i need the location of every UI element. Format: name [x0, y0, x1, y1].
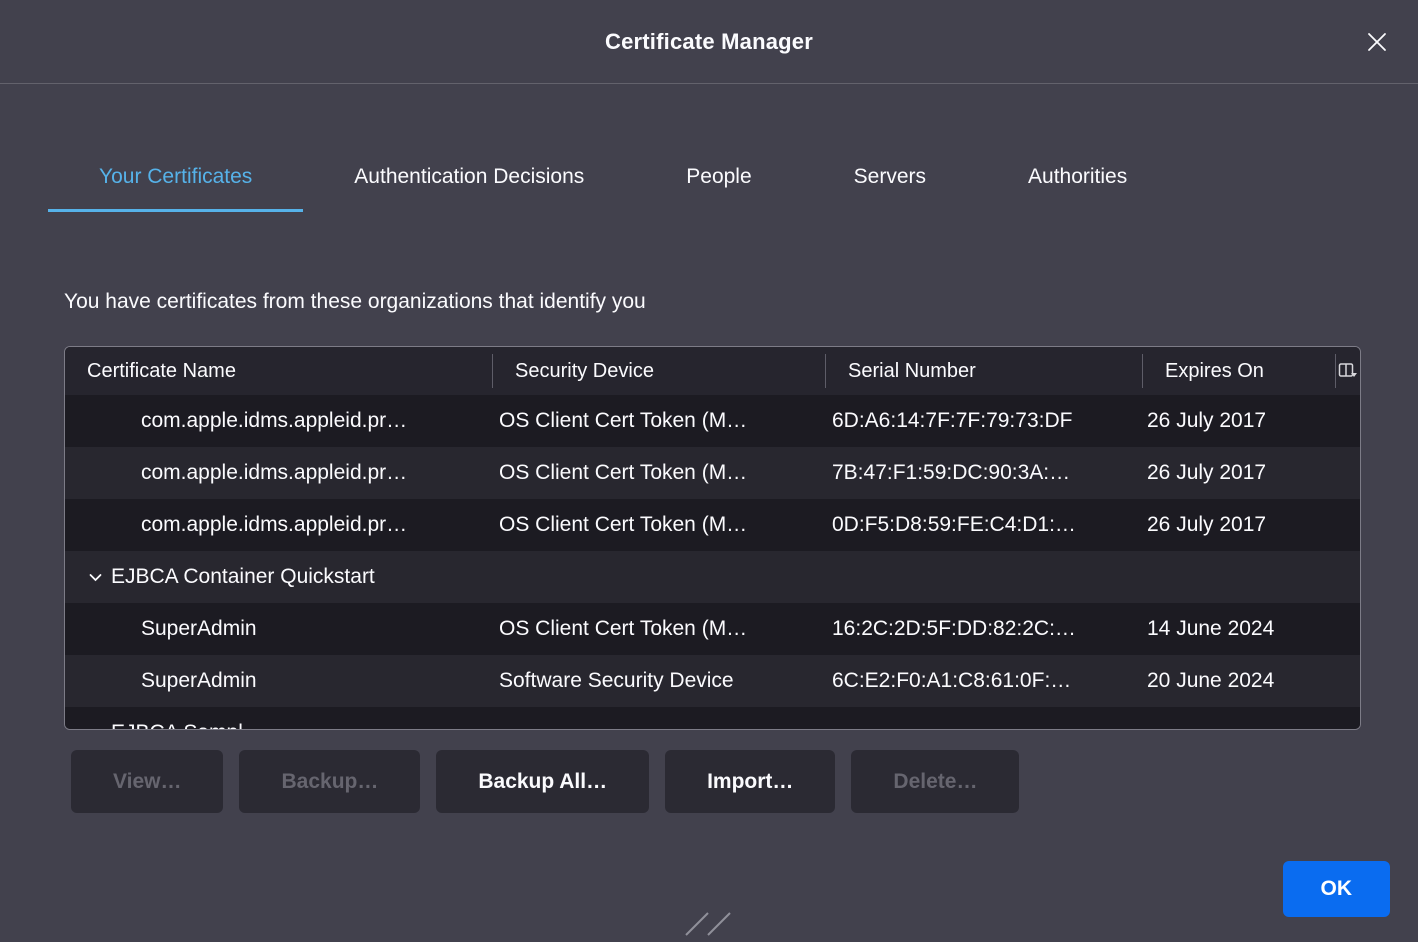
security-device-cell: Software Security Device: [493, 669, 826, 693]
serial-number-cell: 6D:A6:14:7F:7F:79:73:DF: [826, 409, 1143, 433]
chevron-down-icon[interactable]: [89, 729, 102, 731]
close-icon: [1365, 30, 1389, 54]
expires-on-cell: 26 July 2017: [1143, 409, 1336, 433]
column-header-label: Certificate Name: [87, 360, 236, 383]
dialog-title: Certificate Manager: [605, 29, 813, 55]
tab-your-certificates[interactable]: Your Certificates: [48, 144, 303, 212]
table-row[interactable]: com.apple.idms.appleid.pr… OS Client Cer…: [65, 447, 1360, 499]
expires-on-cell: 26 July 2017: [1143, 461, 1336, 485]
chevron-down-icon[interactable]: [89, 573, 102, 582]
table-row[interactable]: SuperAdmin Software Security Device 6C:E…: [65, 655, 1360, 707]
serial-number-cell: 16:2C:2D:5F:DD:82:2C:…: [826, 617, 1143, 641]
security-device-cell: OS Client Cert Token (M…: [493, 513, 826, 537]
resize-grippy-icon: [684, 911, 754, 937]
certificates-table: Certificate Name Security Device Serial …: [64, 346, 1361, 730]
column-header-certificate-name[interactable]: Certificate Name: [65, 347, 493, 395]
cert-name-cell: SuperAdmin: [65, 669, 493, 693]
action-button-row: View… Backup… Backup All… Import… Delete…: [71, 750, 1418, 813]
tab-bar: Your Certificates Authentication Decisio…: [48, 144, 1418, 212]
column-picker-icon: [1338, 362, 1358, 380]
table-body: com.apple.idms.appleid.pr… OS Client Cer…: [65, 395, 1360, 730]
tab-authorities[interactable]: Authorities: [977, 144, 1178, 212]
cert-name-cell: com.apple.idms.appleid.pr…: [65, 409, 493, 433]
security-device-cell: OS Client Cert Token (M…: [493, 461, 826, 485]
table-header: Certificate Name Security Device Serial …: [65, 347, 1360, 395]
close-button[interactable]: [1356, 21, 1398, 63]
column-header-label: Expires On: [1165, 360, 1264, 383]
table-row[interactable]: com.apple.idms.appleid.pr… OS Client Cer…: [65, 395, 1360, 447]
expires-on-cell: 14 June 2024: [1143, 617, 1336, 641]
ok-button[interactable]: OK: [1283, 861, 1391, 917]
dialog-titlebar: Certificate Manager: [0, 0, 1418, 84]
tab-label: Authentication Decisions: [354, 165, 584, 189]
column-header-label: Security Device: [515, 360, 654, 383]
group-label: EJBCA Container Quickstart: [111, 565, 375, 589]
group-row[interactable]: EJBCA Sampl: [65, 707, 1360, 730]
backup-all-button[interactable]: Backup All…: [436, 750, 649, 813]
view-button: View…: [71, 750, 223, 813]
resize-grippy[interactable]: [684, 911, 754, 942]
security-device-cell: OS Client Cert Token (M…: [493, 617, 826, 641]
tab-label: Authorities: [1028, 165, 1127, 189]
tab-authentication-decisions[interactable]: Authentication Decisions: [303, 144, 635, 212]
tab-label: Servers: [854, 165, 926, 189]
column-header-expires-on[interactable]: Expires On: [1143, 347, 1336, 395]
import-button[interactable]: Import…: [665, 750, 835, 813]
column-picker-button[interactable]: [1336, 347, 1360, 395]
backup-button: Backup…: [239, 750, 420, 813]
expires-on-cell: 26 July 2017: [1143, 513, 1336, 537]
tab-people[interactable]: People: [635, 144, 802, 212]
cert-name-cell: SuperAdmin: [65, 617, 493, 641]
cert-name-cell: com.apple.idms.appleid.pr…: [65, 513, 493, 537]
tab-label: People: [686, 165, 751, 189]
group-row[interactable]: EJBCA Container Quickstart: [65, 551, 1360, 603]
column-header-serial-number[interactable]: Serial Number: [826, 347, 1143, 395]
security-device-cell: OS Client Cert Token (M…: [493, 409, 826, 433]
column-header-label: Serial Number: [848, 360, 976, 383]
table-row[interactable]: SuperAdmin OS Client Cert Token (M… 16:2…: [65, 603, 1360, 655]
cert-name-cell: com.apple.idms.appleid.pr…: [65, 461, 493, 485]
tab-label: Your Certificates: [99, 165, 252, 189]
table-row[interactable]: com.apple.idms.appleid.pr… OS Client Cer…: [65, 499, 1360, 551]
serial-number-cell: 0D:F5:D8:59:FE:C4:D1:…: [826, 513, 1143, 537]
expires-on-cell: 20 June 2024: [1143, 669, 1336, 693]
column-header-security-device[interactable]: Security Device: [493, 347, 826, 395]
group-label: EJBCA Sampl: [111, 721, 243, 730]
intro-text: You have certificates from these organiz…: [64, 290, 1418, 314]
delete-button: Delete…: [851, 750, 1019, 813]
serial-number-cell: 7B:47:F1:59:DC:90:3A:…: [826, 461, 1143, 485]
serial-number-cell: 6C:E2:F0:A1:C8:61:0F:…: [826, 669, 1143, 693]
tab-servers[interactable]: Servers: [803, 144, 977, 212]
